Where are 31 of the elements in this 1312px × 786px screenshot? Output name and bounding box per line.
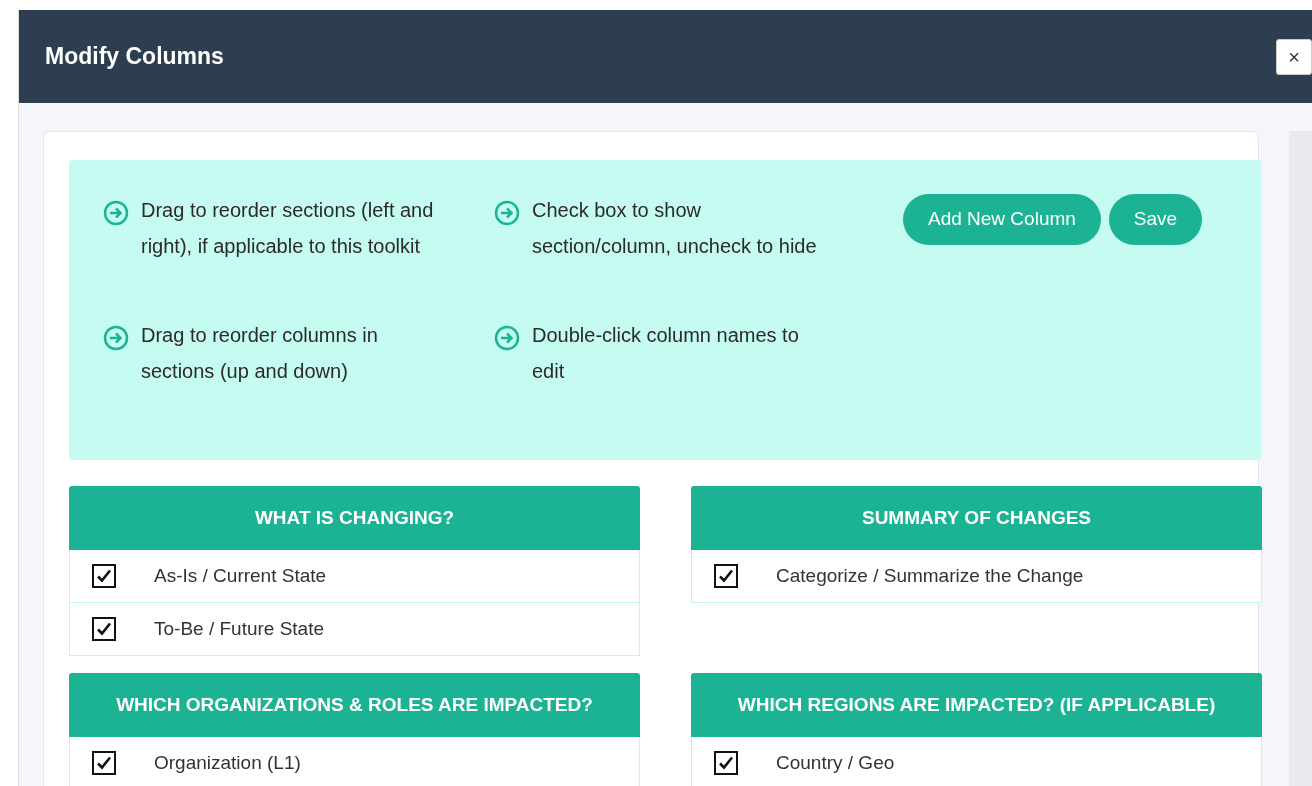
column-label: Organization (L1) <box>154 750 301 775</box>
checkbox[interactable] <box>92 564 116 588</box>
checkbox[interactable] <box>714 564 738 588</box>
column-label: Categorize / Summarize the Change <box>776 563 1084 588</box>
arrow-circle-icon <box>103 325 129 351</box>
section-header: SUMMARY OF CHANGES <box>691 486 1262 550</box>
close-button[interactable]: × <box>1276 38 1312 75</box>
instruction-text: Drag to reorder sections (left and right), if applicable to this toolkit <box>141 198 435 259</box>
checkbox[interactable] <box>714 751 738 775</box>
column-label: Country / Geo <box>776 750 895 775</box>
section-header: WHAT IS CHANGING? <box>69 486 640 550</box>
checkbox[interactable] <box>92 751 116 775</box>
save-button[interactable]: Save <box>1108 194 1203 245</box>
instruction-text: Check box to show section/column, uncheck to hide <box>532 198 818 259</box>
checkmark-icon <box>96 621 112 637</box>
instruction-text: Drag to reorder columns in sections (up and down) <box>141 323 379 384</box>
checkmark-icon <box>718 755 734 771</box>
checkmark-icon <box>96 755 112 771</box>
column-label: To-Be / Future State <box>154 616 325 641</box>
section-header: WHICH ORGANIZATIONS & ROLES ARE IMPACTED? <box>69 673 640 737</box>
section-header: WHICH REGIONS ARE IMPACTED? (IF APPLICABLE) <box>691 673 1262 737</box>
arrow-circle-icon <box>494 325 520 351</box>
checkmark-icon <box>718 568 734 584</box>
modal-title: Modify Columns <box>45 42 224 72</box>
checkbox[interactable] <box>92 617 116 641</box>
arrow-circle-icon <box>103 200 129 226</box>
checkmark-icon <box>96 568 112 584</box>
column-label: As-Is / Current State <box>154 563 327 588</box>
add-column-button[interactable]: Add New Column <box>903 194 1101 245</box>
instruction-text: Double-click column names to edit <box>532 323 800 384</box>
arrow-circle-icon <box>494 200 520 226</box>
